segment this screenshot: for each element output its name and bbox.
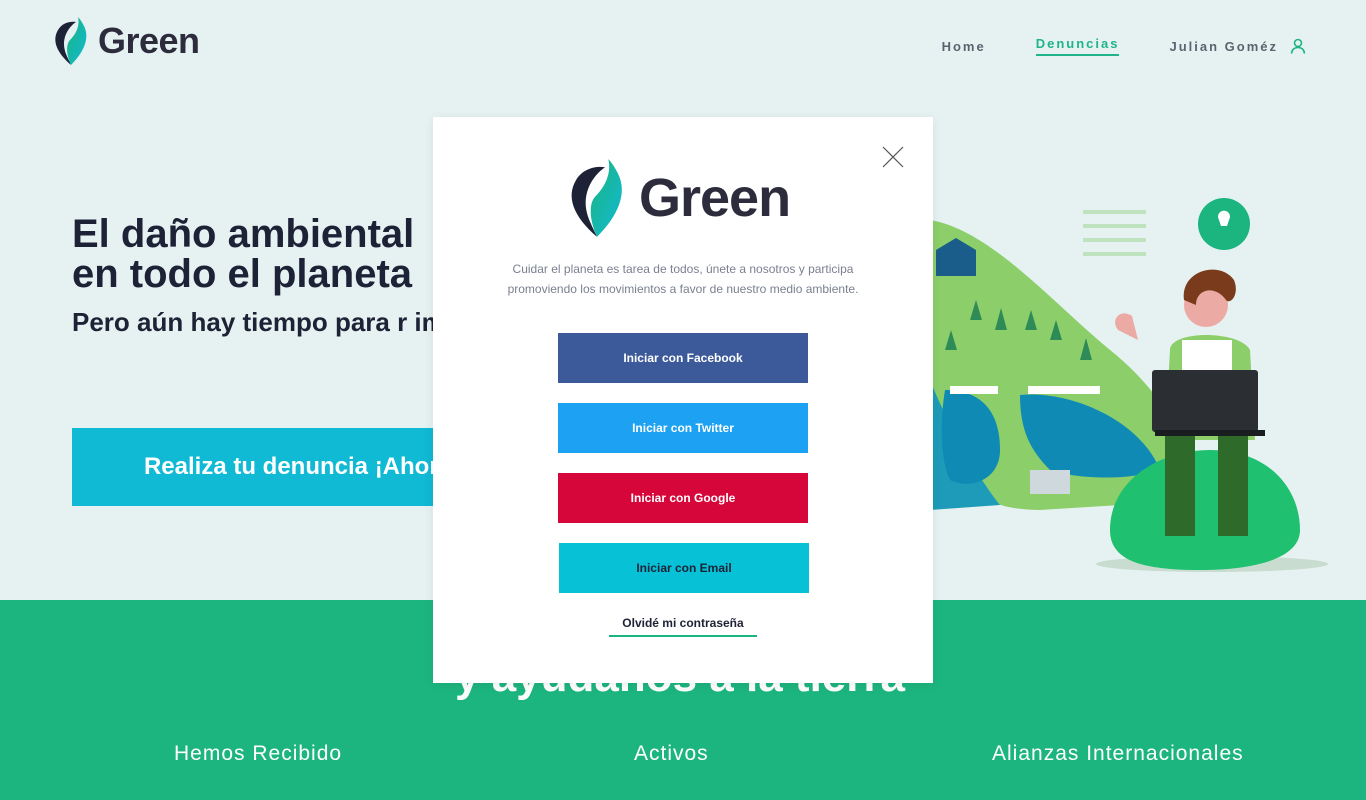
leaf-logo-icon	[55, 17, 87, 65]
modal-description: Cuidar el planeta es tarea de todos, úne…	[507, 262, 859, 296]
facebook-login-button[interactable]: Iniciar con Facebook	[558, 333, 808, 383]
site-header: Green Home Denuncias Julian Goméz	[0, 0, 1366, 90]
google-login-button[interactable]: Iniciar con Google	[558, 473, 808, 523]
close-icon[interactable]	[881, 145, 905, 169]
twitter-login-button[interactable]: Iniciar con Twitter	[558, 403, 808, 453]
stat-received-label: Hemos Recibido	[174, 742, 343, 765]
stat-alliances-label: Alianzas Internacionales	[992, 742, 1244, 765]
user-name[interactable]: Julian Goméz	[1169, 39, 1278, 54]
main-nav: Home Denuncias Julian Goméz	[942, 36, 1306, 56]
leaf-logo-icon	[571, 159, 622, 237]
stat-active-label: Activos	[634, 742, 709, 765]
email-login-button[interactable]: Iniciar con Email	[559, 543, 809, 593]
user-menu[interactable]: Julian Goméz	[1169, 38, 1306, 54]
user-icon	[1290, 38, 1306, 54]
report-now-button[interactable]: Realiza tu denuncia ¡Ahora!	[72, 428, 492, 506]
modal-logo: Green	[563, 157, 791, 239]
hero-title-line1: El daño ambiental	[72, 212, 415, 256]
login-modal: Green Cuidar el planeta es tarea de todo…	[433, 117, 933, 683]
environment-illustration	[930, 198, 1328, 572]
hero-title-line2: en todo el planeta	[72, 252, 413, 296]
logo-text: Green	[98, 20, 200, 61]
nav-denuncias-link[interactable]: Denuncias	[1035, 36, 1120, 56]
modal-logo-text: Green	[639, 168, 791, 228]
nav-home-link[interactable]: Home	[942, 39, 986, 54]
forgot-password-link[interactable]: Olvidé mi contraseña	[609, 616, 757, 637]
site-logo[interactable]: Green	[50, 16, 200, 66]
